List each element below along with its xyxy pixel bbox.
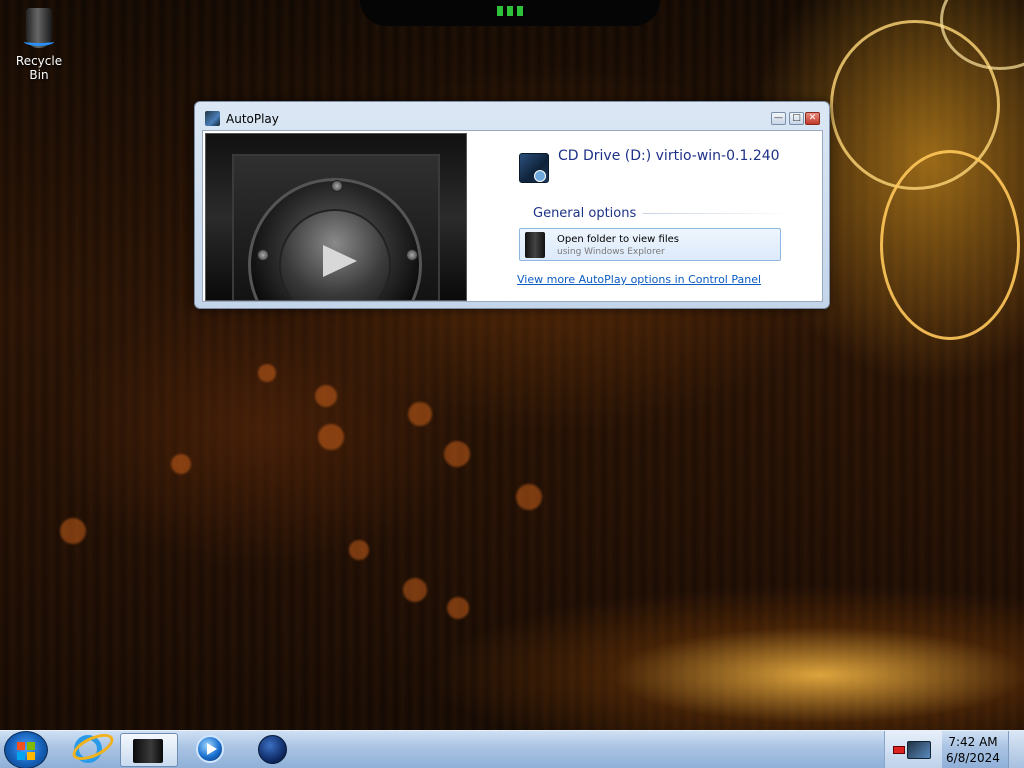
wallpaper-bokeh <box>258 364 276 382</box>
play-button-graphic <box>279 209 391 300</box>
wallpaper-green-lights <box>497 6 527 16</box>
minimize-button[interactable]: — <box>771 112 786 125</box>
internet-explorer-icon[interactable] <box>74 735 102 763</box>
wallpaper-bokeh <box>171 454 191 474</box>
autoplay-window: AutoPlay — □ ✕ CD Drive (D:) virtio-win-… <box>194 101 830 309</box>
taskbar-clock[interactable]: 7:42 AM 6/8/2024 <box>946 735 1000 765</box>
screw-icon <box>406 249 418 261</box>
option-subtitle: using Windows Explorer <box>557 247 665 257</box>
wallpaper-bokeh <box>516 484 542 510</box>
autoplay-icon <box>205 111 220 126</box>
wallpaper-swirl <box>880 150 1020 340</box>
cd-drive-icon <box>133 739 163 763</box>
recycle-bin-icon <box>24 8 54 48</box>
windows-logo-icon <box>17 742 35 760</box>
option-title: Open folder to view files <box>557 234 679 245</box>
wallpaper-bokeh <box>408 402 432 426</box>
autoplay-content: CD Drive (D:) virtio-win-0.1.240 General… <box>202 130 823 302</box>
clock-date: 6/8/2024 <box>946 751 1000 765</box>
wallpaper-bokeh <box>315 385 337 407</box>
desktop-icon-label: Recycle Bin <box>15 54 63 82</box>
autoplay-titlebar[interactable]: AutoPlay — □ ✕ <box>195 102 829 130</box>
device-title: CD Drive (D:) virtio-win-0.1.240 <box>558 148 780 164</box>
start-button[interactable] <box>4 731 48 768</box>
wallpaper-bokeh <box>403 578 427 602</box>
action-center-icon[interactable] <box>893 739 933 761</box>
taskbar: 7:42 AM 6/8/2024 <box>0 730 1024 768</box>
wallpaper-bokeh <box>444 441 470 467</box>
window-title: AutoPlay <box>226 112 279 126</box>
system-tray <box>884 731 942 768</box>
windows-explorer-icon <box>525 232 545 258</box>
close-button[interactable]: ✕ <box>805 112 820 125</box>
open-folder-option[interactable]: Open folder to view files using Windows … <box>519 228 781 261</box>
screw-icon <box>331 180 343 192</box>
globe-icon[interactable] <box>258 735 287 764</box>
monitor-icon <box>907 741 931 759</box>
screw-icon <box>257 249 269 261</box>
maximize-button[interactable]: □ <box>789 112 804 125</box>
wallpaper-bokeh <box>447 597 469 619</box>
control-panel-link[interactable]: View more AutoPlay options in Control Pa… <box>517 273 761 286</box>
windows-media-player-icon[interactable] <box>196 735 224 763</box>
wallpaper-bokeh <box>60 518 86 544</box>
desktop-icon-recycle-bin[interactable]: Recycle Bin <box>6 8 72 82</box>
taskbar-autoplay-button[interactable] <box>120 733 178 767</box>
wallpaper-bokeh <box>318 424 344 450</box>
media-preview <box>205 133 467 301</box>
play-icon <box>323 245 357 277</box>
clock-time: 7:42 AM <box>948 735 998 749</box>
wallpaper-bokeh <box>349 540 369 560</box>
show-desktop-button[interactable] <box>1008 731 1024 768</box>
section-heading: General options <box>533 206 637 221</box>
tray-red-indicator <box>893 746 905 754</box>
section-divider <box>643 213 793 214</box>
cd-drive-icon <box>519 153 549 183</box>
